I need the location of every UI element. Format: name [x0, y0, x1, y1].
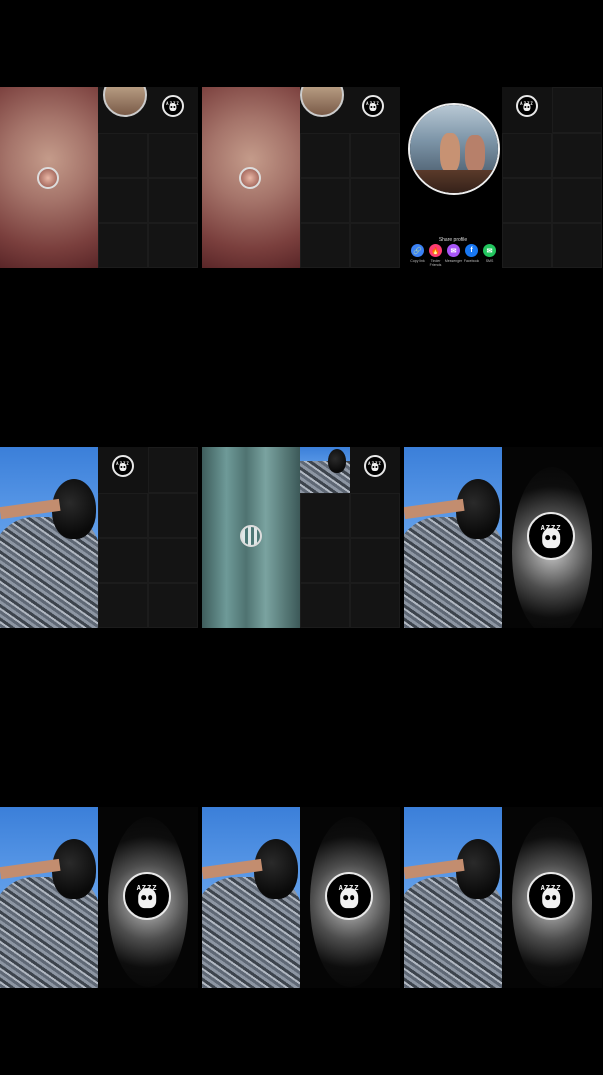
grid-cell — [350, 493, 400, 538]
skull-profile-panel: AZZZ — [300, 807, 400, 988]
grid-cell — [300, 133, 350, 178]
boat-deck — [410, 170, 498, 193]
grid-cell — [502, 133, 552, 178]
link-icon: 🔗 — [411, 244, 424, 257]
profile-photo-large — [408, 103, 500, 195]
skull-avatar-large[interactable]: AZZZ — [527, 872, 575, 920]
grid-cell — [502, 178, 552, 223]
blurred-preview — [202, 447, 300, 628]
video-tile-4[interactable]: AZZZ — [0, 447, 198, 628]
grid-cell — [350, 178, 400, 223]
share-option-tinder-friends[interactable]: 🔥 Tinder Friends — [428, 244, 443, 267]
grid-cell — [148, 538, 198, 583]
grid-cell — [300, 178, 350, 223]
skull-profile-panel: AZZZ — [502, 807, 602, 988]
masked-person-thumbnail — [300, 447, 350, 493]
skull-avatar[interactable]: AZZZ — [362, 95, 384, 117]
masked-person-photo — [0, 807, 98, 988]
grid-cell — [300, 583, 350, 628]
blurred-preview — [202, 87, 300, 268]
share-label: SMS — [485, 259, 494, 263]
grid-cell — [98, 538, 148, 583]
masked-person-photo — [202, 807, 300, 988]
share-option-facebook[interactable]: f Facebook — [464, 244, 479, 267]
camera-grid-panel: AZZZ — [98, 447, 198, 628]
avatar[interactable] — [37, 167, 59, 189]
grid-cell — [148, 178, 198, 223]
grid-cell — [98, 223, 148, 268]
grid-cell — [300, 223, 350, 268]
grid-cell — [552, 178, 602, 223]
ski-mask — [328, 449, 346, 473]
grid-cell — [148, 133, 198, 178]
camera-grid-panel: AZZZ — [502, 87, 602, 268]
grid-cell — [552, 87, 602, 133]
grid-cell — [148, 223, 198, 268]
video-tile-8[interactable]: AZZZ — [202, 807, 400, 988]
share-label: Tinder Friends — [429, 259, 442, 267]
message-icon: ✉ — [483, 244, 496, 257]
share-option-sms[interactable]: ✉ SMS — [482, 244, 497, 267]
grid-cell — [350, 538, 400, 583]
video-tile-1[interactable]: AZZZ — [0, 87, 198, 268]
grid-cell — [350, 133, 400, 178]
skull-avatar[interactable]: AZZZ — [516, 95, 538, 117]
share-option-copy-link[interactable]: 🔗 Copy link — [410, 244, 425, 267]
grid-cell — [98, 493, 148, 538]
share-profile-sheet: Share profile 🔗 Copy link 🔥 Tinder Frien… — [404, 87, 502, 268]
grid-cell — [148, 583, 198, 628]
blurred-preview — [0, 87, 98, 268]
skull-profile-panel: AZZZ — [502, 447, 602, 628]
video-tile-9[interactable]: AZZZ — [404, 807, 602, 988]
skull-avatar-large[interactable]: AZZZ — [325, 872, 373, 920]
facebook-icon: f — [465, 244, 478, 257]
grid-cell — [552, 223, 602, 268]
messenger-icon: ✉ — [447, 244, 460, 257]
grid-cell — [502, 223, 552, 268]
share-option-messenger[interactable]: ✉ Messenger — [444, 244, 463, 267]
video-tile-7[interactable]: AZZZ — [0, 807, 198, 988]
grid-cell — [350, 583, 400, 628]
share-label: Facebook — [463, 259, 480, 263]
grid-cell — [98, 133, 148, 178]
grid-cell — [98, 583, 148, 628]
share-label: Copy link — [410, 259, 425, 263]
skull-avatar[interactable]: AZZZ — [112, 455, 134, 477]
grid-cell — [350, 223, 400, 268]
profile-photo-avatar[interactable] — [300, 87, 344, 117]
share-label: Messenger — [444, 259, 463, 263]
camera-grid-panel: AZZZ — [300, 447, 400, 628]
camera-grid-panel: AZZZ — [300, 87, 400, 268]
masked-person-photo — [404, 807, 502, 988]
skull-avatar-large[interactable]: AZZZ — [527, 512, 575, 560]
avatar[interactable] — [239, 167, 261, 189]
skull-avatar[interactable]: AZZZ — [364, 455, 386, 477]
masked-person-photo — [0, 447, 98, 628]
grid-cell — [300, 538, 350, 583]
grid-cell — [148, 447, 198, 493]
tinder-icon: 🔥 — [429, 244, 442, 257]
grid-cell — [552, 133, 602, 178]
grid-cell — [300, 493, 350, 538]
grid-cell — [98, 178, 148, 223]
camera-grid-panel: AZZZ — [98, 87, 198, 268]
masked-person-photo — [404, 447, 502, 628]
skull-profile-panel: AZZZ — [98, 807, 198, 988]
person-figure — [440, 133, 460, 173]
video-tile-3[interactable]: Share profile 🔗 Copy link 🔥 Tinder Frien… — [404, 87, 602, 268]
profile-photo-avatar[interactable] — [103, 87, 147, 117]
video-tile-2[interactable]: AZZZ — [202, 87, 400, 268]
grid-cell — [148, 493, 198, 538]
avatar[interactable] — [240, 525, 262, 547]
skull-avatar[interactable]: AZZZ — [162, 95, 184, 117]
share-options: 🔗 Copy link 🔥 Tinder Friends ✉ Messenger… — [410, 244, 497, 267]
share-title: Share profile — [438, 237, 468, 243]
person-figure — [465, 135, 485, 173]
video-tile-5[interactable]: AZZZ — [202, 447, 400, 628]
video-tile-6[interactable]: AZZZ — [404, 447, 602, 628]
skull-avatar-large[interactable]: AZZZ — [123, 872, 171, 920]
